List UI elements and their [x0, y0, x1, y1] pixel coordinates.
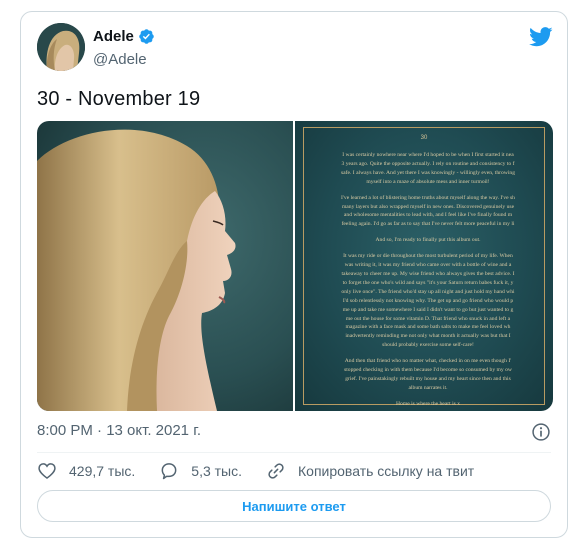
letter-line: many layers but also wrapped myself in n…	[341, 203, 515, 210]
letter-line: And then that friend who no matter what,…	[344, 358, 512, 365]
letter-line: only live once". The friend who'd stay u…	[341, 288, 515, 295]
letter-line: and wholesome mentalities to lead with, …	[343, 212, 513, 219]
letter-paragraph: Home is where the heart is x	[309, 400, 547, 409]
letter-line: stopped checking in with them because I'…	[344, 367, 512, 374]
verified-badge-icon	[139, 29, 154, 44]
letter-line: to forget the one who's wild and says "i…	[342, 279, 514, 286]
letter-line: I'd sob relentlessly not knowing why. Th…	[342, 297, 514, 304]
tweet-actions: 429,7 тыс. 5,3 тыс. Копировать ссылку на…	[37, 459, 498, 483]
letter-paragraph: I've learned a lot of blistering home tr…	[309, 194, 547, 230]
letter-line: It was my ride or die throughout the mos…	[343, 253, 513, 260]
letter-line: myself into a maze of absolute mess and …	[366, 178, 490, 185]
twitter-bird-icon[interactable]	[529, 26, 553, 48]
letter-line: feeling again. I'd go as far as to say t…	[341, 221, 515, 228]
copy-link-label: Копировать ссылку на твит	[298, 463, 475, 479]
letter-body: I was certainly nowhere near where I'd h…	[309, 151, 547, 411]
letter-line: takeaway to cheer me up. My wise friend …	[341, 270, 515, 277]
like-action[interactable]: 429,7 тыс.	[37, 461, 135, 481]
author-name[interactable]: Adele	[93, 28, 134, 45]
letter-line: I've learned a lot of blistering home tr…	[341, 194, 515, 201]
reply-action[interactable]: 5,3 тыс.	[159, 461, 242, 481]
tweet-media[interactable]: 30 I was certainly nowhere near where I'…	[37, 121, 553, 411]
tweet-timestamp[interactable]: 8:00 PM · 13 окт. 2021 г.	[37, 422, 201, 439]
letter-line: Home is where the heart is x	[396, 400, 460, 407]
letter-paragraph: I was certainly nowhere near where I'd h…	[309, 151, 547, 187]
like-count: 429,7 тыс.	[69, 463, 136, 479]
divider	[37, 452, 551, 453]
letter-line: should probably exercise some self-care!	[382, 342, 474, 349]
tweet-card: Adele @Adele 30 - November 19 30 I was c…	[20, 11, 568, 538]
avatar[interactable]	[37, 23, 85, 71]
letter-line: grief. I've painstakingly rebuilt my hou…	[345, 375, 511, 382]
letter-line: me out the house for some vitamin D. Tha…	[345, 315, 511, 322]
copy-link-action[interactable]: Копировать ссылку на твит	[266, 461, 474, 481]
letter-title: 30	[420, 135, 428, 141]
letter-paragraph: And so, I'm ready to finally put this al…	[309, 236, 547, 245]
letter-line: And so, I'm ready to finally put this al…	[375, 237, 481, 244]
letter-line: safe. I always have. And yet there I was…	[341, 169, 515, 176]
letter-line: album narrates it.	[408, 384, 448, 391]
info-icon[interactable]	[531, 422, 551, 442]
tweet-text: 30 - November 19	[37, 88, 201, 110]
timestamp-row: 8:00 PM · 13 окт. 2021 г.	[37, 422, 551, 442]
letter-line: inadvertently reminding me not only what…	[345, 333, 511, 340]
album-letter-image[interactable]: 30 I was certainly nowhere near where I'…	[295, 121, 553, 411]
reply-button[interactable]: Напишите ответ	[37, 490, 551, 522]
letter-line: was writing it, it was my friend who cam…	[344, 262, 512, 269]
link-icon[interactable]	[266, 461, 286, 481]
letter-line: me up and take me somewhere I said I did…	[342, 306, 514, 313]
profile-photo[interactable]	[37, 121, 293, 411]
author-name-row: Adele	[93, 28, 155, 45]
reply-count: 5,3 тыс.	[191, 463, 243, 479]
letter-paragraph: And then that friend who no matter what,…	[309, 357, 547, 393]
letter-line: magazine with a face mask and some bath …	[345, 324, 511, 331]
comment-icon[interactable]	[159, 461, 179, 481]
letter-line: 3 years ago. Quite the opposite actually…	[341, 160, 515, 167]
letter-paragraph: It was my ride or die throughout the mos…	[309, 252, 547, 350]
heart-icon[interactable]	[37, 461, 57, 481]
author-handle[interactable]: @Adele	[93, 51, 147, 68]
letter-line: I was certainly nowhere near where I'd h…	[342, 152, 514, 158]
